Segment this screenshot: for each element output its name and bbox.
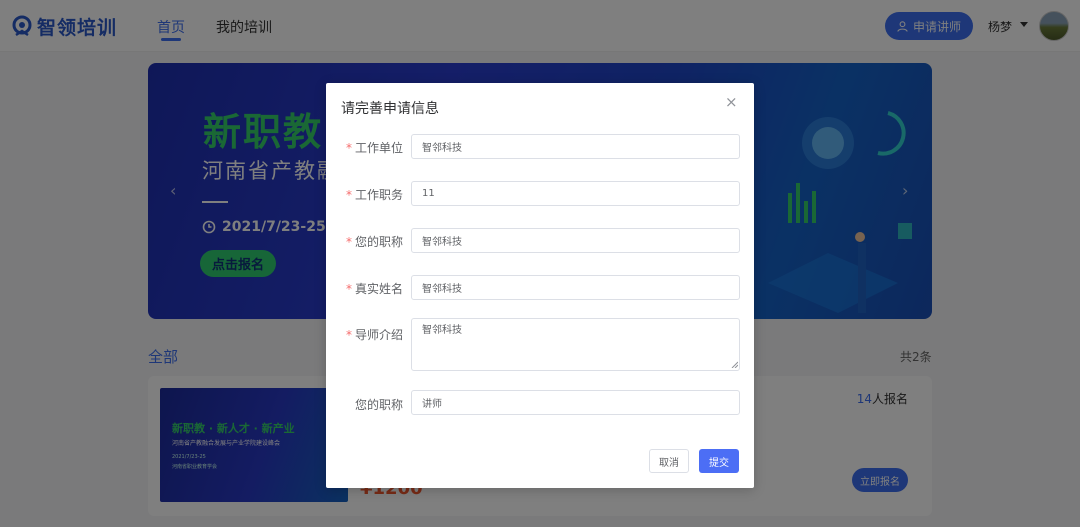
field-label-text: 工作单位	[354, 141, 403, 155]
required-marker: *	[345, 188, 352, 202]
field-label-professional-title: * 您的职称	[346, 233, 403, 250]
real-name-input[interactable]	[411, 275, 740, 300]
professional-title-input[interactable]	[411, 228, 740, 253]
field-label-mentor-intro: * 导师介绍	[346, 326, 403, 343]
field-label-text: 工作职务	[354, 188, 403, 202]
field-label-text: 您的职称	[354, 398, 403, 412]
field-label-job-title: * 工作职务	[346, 186, 403, 203]
required-marker: *	[345, 328, 352, 342]
dialog-title: 请完善申请信息	[341, 101, 439, 117]
field-label-text: 导师介绍	[354, 328, 403, 342]
job-title-input[interactable]	[411, 181, 740, 206]
field-label-text: 您的职称	[354, 235, 403, 249]
required-marker: *	[345, 141, 352, 155]
field-label-work-unit: * 工作单位	[346, 139, 403, 156]
required-marker: *	[345, 235, 352, 249]
field-label-real-name: * 真实姓名	[346, 280, 403, 297]
professional-title-2-input[interactable]	[411, 390, 740, 415]
cancel-button[interactable]: 取消	[649, 449, 689, 473]
work-unit-input[interactable]	[411, 134, 740, 159]
required-marker: *	[345, 282, 352, 296]
application-dialog: 请完善申请信息 × *工作单位 *工作职务 *您的职称 *真实姓名 *导师介绍 …	[326, 83, 754, 488]
field-label-text: 真实姓名	[354, 282, 403, 296]
close-icon[interactable]: ×	[725, 95, 738, 110]
submit-button[interactable]: 提交	[699, 449, 739, 473]
mentor-intro-textarea[interactable]: 智邻科技	[411, 318, 740, 371]
resize-grip-icon[interactable]	[731, 361, 738, 368]
field-label-professional-title-2: 您的职称	[355, 396, 403, 413]
